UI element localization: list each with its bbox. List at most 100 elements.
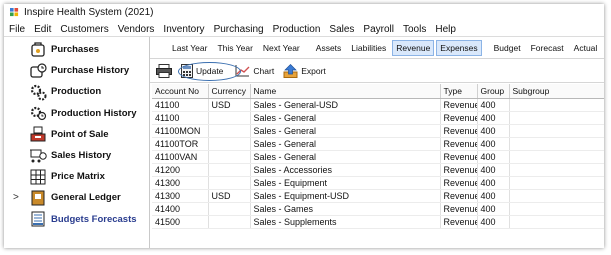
production-icon (29, 83, 47, 101)
cell-currency (208, 150, 251, 164)
printer-icon (156, 63, 172, 78)
table-row[interactable]: 41100 Sales - General Revenue 400 (152, 111, 604, 125)
sidebar-item-label: Production (51, 86, 102, 98)
cell-account-no: 41100 (152, 98, 209, 112)
column-header-type[interactable]: Type (440, 84, 478, 99)
export-button[interactable]: Export (283, 63, 326, 78)
cell-name: Sales - General-USD (250, 98, 441, 112)
menu-vendors[interactable]: Vendors (113, 24, 159, 35)
sidebar-item-price-matrix[interactable]: Price Matrix (4, 166, 150, 187)
cell-type: Revenue (440, 98, 478, 112)
cell-account-no: 41500 (152, 215, 209, 229)
toolbar-button-last-year[interactable]: Last Year (168, 40, 211, 56)
cell-account-no: 41400 (152, 202, 209, 216)
cell-group: 400 (477, 137, 510, 151)
print-button[interactable] (156, 63, 175, 78)
cell-group: 400 (477, 176, 510, 190)
menu-payroll[interactable]: Payroll (358, 24, 398, 35)
sidebar: Purchases Purchase History Production Produ… (4, 37, 150, 248)
sidebar-item-label: Purchase History (51, 65, 130, 77)
sidebar-item-label: Production History (51, 107, 137, 119)
update-highlight-circle (178, 62, 241, 81)
toolbar-button-actual[interactable]: Actual (570, 40, 602, 56)
column-header-subgroup[interactable]: Subgroup (509, 84, 604, 99)
app-window: Inspire Health System (2021) File Edit Cus… (4, 4, 604, 248)
table-row[interactable]: 41100MON Sales - General Revenue 400 (152, 124, 604, 138)
toolbar-button-forecast[interactable]: Forecast (527, 40, 568, 56)
menu-sales[interactable]: Sales (324, 24, 358, 35)
cell-currency (208, 202, 251, 216)
menu-edit[interactable]: Edit (29, 24, 55, 35)
toolbar-button-this-year[interactable]: This Year (213, 40, 256, 56)
column-header-name[interactable]: Name (250, 84, 441, 99)
app-logo-icon (10, 8, 19, 17)
toolbar-button-assets[interactable]: Assets (312, 40, 346, 56)
table-row[interactable]: 41500 Sales - Supplements Revenue 400 (152, 215, 604, 229)
toolbar-button-budget[interactable]: Budget (490, 40, 525, 56)
menu-bar: File Edit Customers Vendors Inventory Purchas… (4, 23, 604, 37)
cell-subgroup (509, 137, 604, 151)
sales-history-icon (29, 147, 47, 165)
cell-group: 400 (477, 98, 510, 112)
expand-chevron-icon[interactable]: > (13, 192, 19, 203)
cell-subgroup (509, 163, 604, 177)
toolbar-button-liabilities[interactable]: Liabilities (347, 40, 390, 56)
cell-currency (208, 215, 251, 229)
export-button-label: Export (301, 65, 326, 76)
cell-type: Revenue (440, 163, 478, 177)
cell-type: Revenue (440, 189, 478, 203)
sidebar-item-sales-history[interactable]: Sales History (4, 145, 150, 166)
toolbar-button-expenses[interactable]: Expenses (436, 39, 482, 56)
cell-name: Sales - Games (250, 202, 441, 216)
sidebar-item-production-history[interactable]: Production History (4, 103, 150, 124)
sidebar-item-label: Budgets Forecasts (51, 213, 137, 225)
toolbar-button-foreign[interactable]: Foreign (603, 40, 604, 56)
table-row[interactable]: 41100TOR Sales - General Revenue 400 (152, 137, 604, 151)
sidebar-item-label: Purchases (51, 44, 100, 55)
table-row[interactable]: 41300 USD Sales - Equipment-USD Revenue 400 (152, 189, 604, 203)
cell-currency: USD (208, 189, 251, 203)
toolbar-button-next-year[interactable]: Next Year (259, 40, 304, 56)
cell-currency (208, 111, 251, 125)
sidebar-item-budgets-forecasts[interactable]: Budgets Forecasts (4, 209, 150, 230)
cell-subgroup (509, 202, 604, 216)
table-row[interactable]: 41400 Sales - Games Revenue 400 (152, 202, 604, 216)
menu-help[interactable]: Help (430, 24, 460, 35)
column-header-account-no[interactable]: Account No (152, 84, 209, 99)
budgets-forecasts-icon (29, 210, 47, 228)
cell-type: Revenue (440, 124, 478, 138)
table-row[interactable]: 41100VAN Sales - General Revenue 400 (152, 150, 604, 164)
menu-purchasing[interactable]: Purchasing (209, 24, 268, 35)
menu-production[interactable]: Production (268, 24, 325, 35)
main-panel: Last Year This Year Next Year Assets Liabili… (150, 37, 604, 248)
cell-subgroup (509, 98, 604, 112)
column-header-group[interactable]: Group (477, 84, 510, 99)
cell-type: Revenue (440, 176, 478, 190)
sidebar-item-purchase-history[interactable]: Purchase History (4, 60, 150, 81)
table-row[interactable]: 41200 Sales - Accessories Revenue 400 (152, 163, 604, 177)
menu-tools[interactable]: Tools (398, 24, 430, 35)
export-arrow-icon (283, 63, 298, 78)
sidebar-item-production[interactable]: Production (4, 81, 150, 102)
cell-group: 400 (477, 150, 510, 164)
sidebar-item-purchases[interactable]: Purchases (4, 39, 150, 60)
cell-account-no: 41100MON (152, 124, 209, 138)
sidebar-item-point-of-sale[interactable]: Point of Sale (4, 124, 150, 145)
cell-currency (208, 176, 251, 190)
table-row[interactable]: 41300 Sales - Equipment Revenue 400 (152, 176, 604, 190)
menu-file[interactable]: File (4, 24, 29, 35)
cell-group: 400 (477, 124, 510, 138)
cell-name: Sales - General (250, 124, 441, 138)
chart-button[interactable]: Chart (235, 64, 274, 77)
toolbar-button-revenue[interactable]: Revenue (392, 39, 435, 56)
menu-customers[interactable]: Customers (55, 24, 112, 35)
point-of-sale-icon (29, 125, 47, 143)
table-row[interactable]: 41100 USD Sales - General-USD Revenue 400 (152, 98, 604, 112)
title-bar: Inspire Health System (2021) (4, 4, 604, 21)
menu-inventory[interactable]: Inventory (158, 24, 208, 35)
sidebar-item-general-ledger[interactable]: > General Ledger (4, 187, 150, 208)
cell-subgroup (509, 189, 604, 203)
cell-subgroup (509, 124, 604, 138)
column-header-currency[interactable]: Currency (208, 84, 251, 99)
cell-currency (208, 124, 251, 138)
